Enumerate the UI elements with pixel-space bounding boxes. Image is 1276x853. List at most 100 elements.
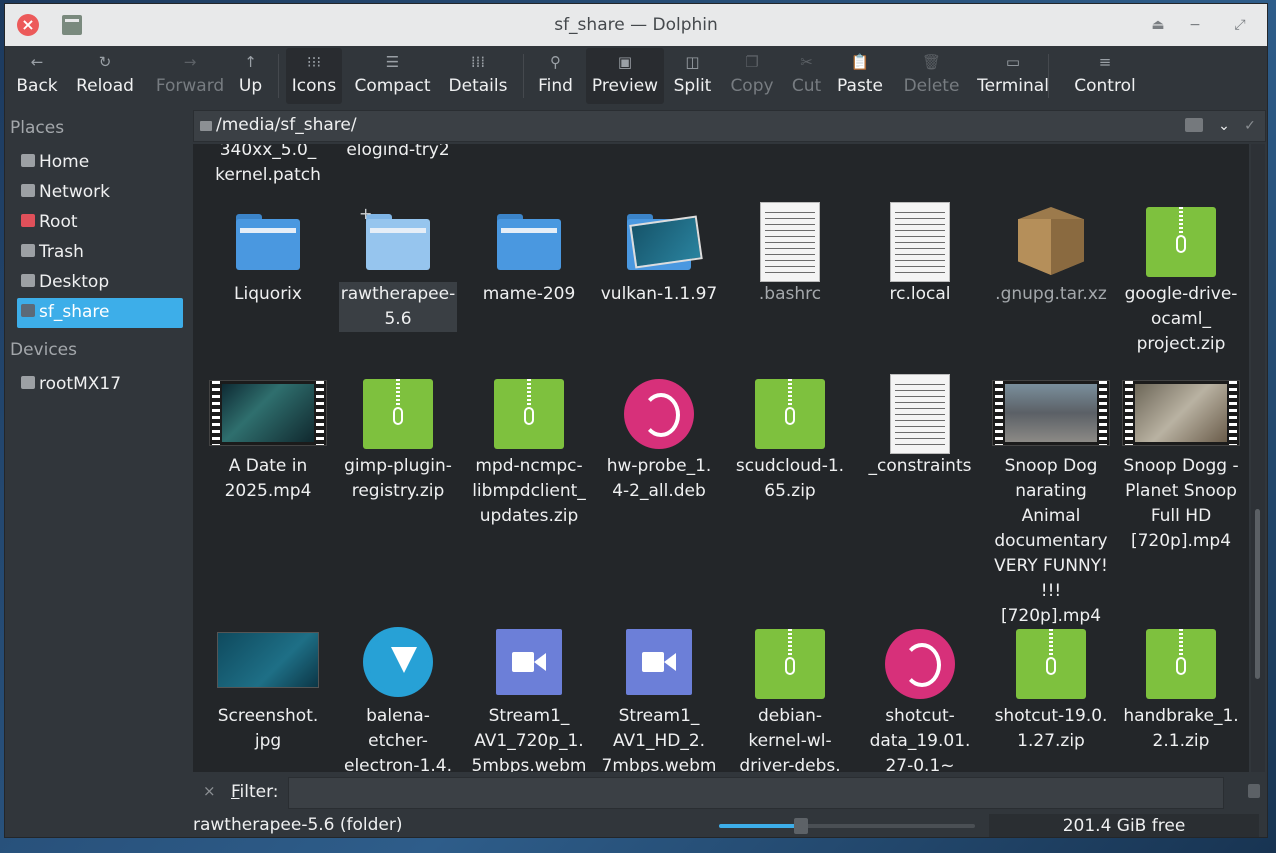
toolbar-label: Compact — [354, 76, 431, 96]
sidebar-item-sf-share[interactable]: sf_share — [17, 298, 183, 328]
video-camera-icon — [600, 624, 718, 704]
terminal-icon: ▭ — [1005, 53, 1021, 71]
sidebar-item-label: Root — [39, 212, 78, 232]
status-bar: rawtherapee-5.6 (folder) 201.4 GiB free — [193, 812, 1266, 837]
details-button[interactable]: ⁞⁞⁞ Details — [443, 48, 513, 104]
lock-icon[interactable] — [1248, 784, 1260, 798]
toolbar-label: Terminal — [977, 76, 1049, 96]
installer-icon — [339, 624, 457, 704]
copy-button[interactable]: ❐ Copy — [725, 48, 779, 104]
view-scrollbar[interactable] — [1251, 144, 1265, 772]
file-item[interactable]: A Date in 2025.mp4 — [209, 374, 327, 504]
zip-archive-icon — [339, 374, 457, 454]
file-item[interactable]: gimp-plugin-registry.zip — [339, 374, 457, 504]
file-name: gimp-plugin-registry.zip — [344, 456, 452, 501]
up-button[interactable]: ↑ Up — [234, 48, 267, 104]
sidebar-item-home[interactable]: Home — [17, 148, 183, 178]
file-view[interactable]: 340xx_5.0_ kernel.patch elogind-try2 Liquo… — [193, 144, 1249, 772]
file-item[interactable]: + rawtherapee-5.6 — [339, 202, 457, 332]
confirm-location-icon[interactable]: ✓ — [1241, 115, 1259, 137]
location-path[interactable]: /media/sf_share/ — [216, 115, 357, 135]
compact-button[interactable]: ☰ Compact — [351, 48, 434, 104]
paste-button[interactable]: 📋 Paste — [832, 48, 888, 104]
file-item[interactable]: mpd-ncmpc-libmpdclient_ updates.zip — [470, 374, 588, 529]
toolbar-label: Up — [238, 76, 263, 96]
file-item[interactable]: rc.local — [861, 202, 979, 307]
zip-archive-icon — [992, 624, 1110, 704]
sidebar-item-label: sf_share — [39, 302, 110, 322]
toolbar-label: Details — [448, 76, 508, 96]
file-item[interactable]: .gnupg.tar.xz — [992, 202, 1110, 307]
close-filter-icon[interactable]: × — [203, 782, 216, 800]
toolbar-label: Forward — [155, 76, 225, 96]
file-item[interactable]: Stream1_ AV1_HD_2. 7mbps.webm — [600, 624, 718, 772]
eject-icon[interactable]: ⏏ — [1147, 14, 1169, 36]
sidebar-item-network[interactable]: Network — [17, 178, 183, 208]
toolbar-separator — [278, 54, 279, 98]
main-toolbar: ← Back ↻ Reload → Forward ↑ Up ⁝⁝⁝ Icons ☰ Compact ⁞… — [5, 46, 1267, 106]
file-item[interactable]: Screenshot. jpg — [209, 624, 327, 754]
split-button[interactable]: ◫ Split — [670, 48, 715, 104]
cut-button[interactable]: ✂ Cut — [788, 48, 825, 104]
clear-location-icon[interactable] — [1185, 118, 1203, 132]
file-name: .gnupg.tar.xz — [995, 284, 1107, 304]
file-item[interactable]: Liquorix — [209, 202, 327, 307]
filter-input[interactable] — [288, 777, 1224, 809]
file-item[interactable]: shotcut-19.0. 1.27.zip — [992, 624, 1110, 754]
arrow-left-icon: ← — [30, 53, 44, 71]
file-item[interactable]: Stream1_ AV1_720p_1. 5mbps.webm — [470, 624, 588, 772]
add-to-selection-icon[interactable]: + — [359, 204, 372, 223]
control-button[interactable]: ≡ Control — [1062, 48, 1148, 104]
device-item-rootmx17[interactable]: rootMX17 — [17, 370, 183, 400]
file-item[interactable]: shotcut-data_19.01. 27-0.1~ — [861, 624, 979, 772]
back-button[interactable]: ← Back — [11, 48, 63, 104]
file-item[interactable]: .bashrc — [731, 202, 849, 307]
file-item[interactable]: hw-probe_1. 4-2_all.deb — [600, 374, 718, 504]
file-item[interactable]: google-drive-ocaml_ project.zip — [1122, 202, 1240, 357]
file-name: _constraints — [868, 456, 972, 476]
filter-label: Filter: — [231, 782, 279, 802]
scrollbar-thumb[interactable] — [1255, 509, 1260, 679]
toolbar-label: Preview — [591, 76, 659, 96]
forward-button[interactable]: → Forward — [148, 48, 232, 104]
maximize-button[interactable]: ⤢ — [1229, 14, 1251, 36]
file-item[interactable]: Snoop Dogg - Planet Snoop Full HD [720p]… — [1122, 374, 1240, 554]
delete-button[interactable]: 🗑 Delete — [898, 48, 965, 104]
file-item[interactable]: vulkan-1.1.97 — [600, 202, 718, 307]
window-title: sf_share — Dolphin — [554, 15, 718, 35]
minimize-button[interactable]: − — [1184, 14, 1206, 36]
chevron-down-icon[interactable]: ⌄ — [1213, 115, 1235, 137]
file-item[interactable]: mame-209 — [470, 202, 588, 307]
zoom-knob[interactable] — [793, 818, 808, 834]
title-bar: × sf_share — Dolphin ⏏ − ⤢ — [5, 4, 1267, 46]
filter-bar: × Filter: — [193, 774, 1266, 812]
zip-archive-icon — [1122, 624, 1240, 704]
file-item[interactable]: _constraints — [861, 374, 979, 479]
reload-button[interactable]: ↻ Reload — [72, 48, 138, 104]
file-name: balena-etcher-electron-1.4. — [343, 706, 453, 772]
folder-icon — [209, 202, 327, 282]
video-thumbnail-icon — [209, 374, 327, 454]
sidebar-item-trash[interactable]: Trash — [17, 238, 183, 268]
sidebar-item-root[interactable]: Root — [17, 208, 183, 238]
zoom-slider[interactable] — [719, 818, 975, 834]
file-item[interactable]: scudcloud-1. 65.zip — [731, 374, 849, 504]
file-item[interactable]: balena-etcher-electron-1.4. — [339, 624, 457, 772]
zoom-fill — [719, 824, 801, 828]
file-name: handbrake_1. 2.1.zip — [1123, 706, 1239, 751]
file-item[interactable]: elogind-try2 — [339, 144, 457, 163]
file-item[interactable]: 340xx_5.0_ kernel.patch — [209, 144, 327, 188]
sidebar-item-desktop[interactable]: Desktop — [17, 268, 183, 298]
file-item[interactable]: debian-kernel-wl-driver-debs. — [731, 624, 849, 772]
places-panel: Places Home Network Root Trash Desktop sf_sha… — [5, 106, 191, 774]
location-bar[interactable]: /media/sf_share/ ⌄ ✓ — [193, 110, 1266, 142]
zip-archive-icon — [731, 624, 849, 704]
find-button[interactable]: ⚲ Find — [530, 48, 581, 104]
file-name: google-drive-ocaml_ project.zip — [1124, 284, 1238, 354]
toolbar-label: Split — [673, 76, 712, 96]
terminal-button[interactable]: ▭ Terminal — [972, 48, 1054, 104]
preview-button[interactable]: ▣ Preview — [586, 48, 664, 104]
file-item[interactable]: Snoop Dog narating Animal documentary VE… — [992, 374, 1110, 629]
icons-button[interactable]: ⁝⁝⁝ Icons — [286, 48, 342, 104]
file-item[interactable]: handbrake_1. 2.1.zip — [1122, 624, 1240, 754]
